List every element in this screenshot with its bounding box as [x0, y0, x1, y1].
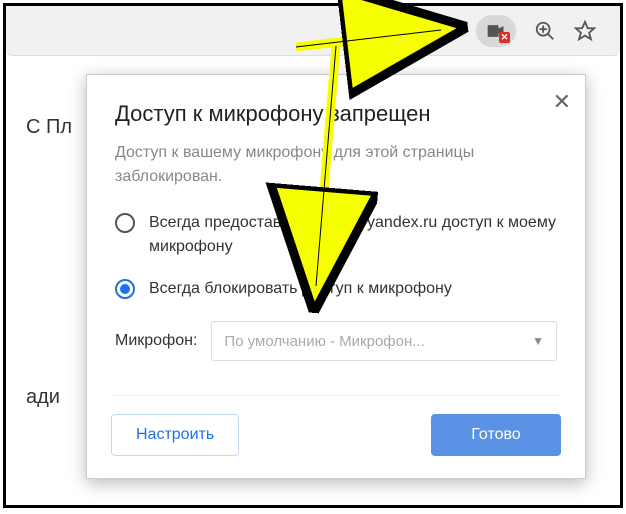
- mic-permission-popup: ✕ Доступ к микрофону запрещен Доступ к в…: [86, 74, 586, 479]
- mic-label: Микрофон:: [115, 332, 197, 350]
- browser-toolbar: ✕: [6, 6, 620, 56]
- background-text: С Пл: [26, 116, 72, 139]
- mic-selected-value: По умолчанию - Микрофон...: [224, 333, 424, 350]
- zoom-in-icon[interactable]: [534, 20, 556, 42]
- radio-button[interactable]: [115, 213, 135, 233]
- button-row: Настроить Готово: [111, 395, 561, 456]
- radio-group: Всегда предоставлять https://yandex.ru д…: [115, 211, 557, 301]
- radio-option-block[interactable]: Всегда блокировать доступ к микрофону: [115, 277, 557, 301]
- radio-button[interactable]: [115, 279, 135, 299]
- mic-selector-row: Микрофон: По умолчанию - Микрофон... ▼: [115, 321, 557, 361]
- background-text: ади: [26, 386, 60, 409]
- chevron-down-icon: ▼: [532, 334, 544, 348]
- camera-blocked-icon[interactable]: ✕: [476, 15, 516, 47]
- blocked-badge: ✕: [499, 32, 510, 43]
- popup-description: Доступ к вашему микрофону для этой стран…: [115, 141, 557, 189]
- popup-title: Доступ к микрофону запрещен: [115, 101, 557, 127]
- star-icon[interactable]: [574, 20, 596, 42]
- configure-button[interactable]: Настроить: [111, 414, 239, 456]
- radio-option-allow[interactable]: Всегда предоставлять https://yandex.ru д…: [115, 211, 557, 259]
- mic-dropdown[interactable]: По умолчанию - Микрофон... ▼: [211, 321, 557, 361]
- done-button[interactable]: Готово: [431, 414, 561, 456]
- radio-label: Всегда блокировать доступ к микрофону: [149, 277, 452, 301]
- close-icon[interactable]: ✕: [553, 89, 571, 115]
- radio-label: Всегда предоставлять https://yandex.ru д…: [149, 211, 557, 259]
